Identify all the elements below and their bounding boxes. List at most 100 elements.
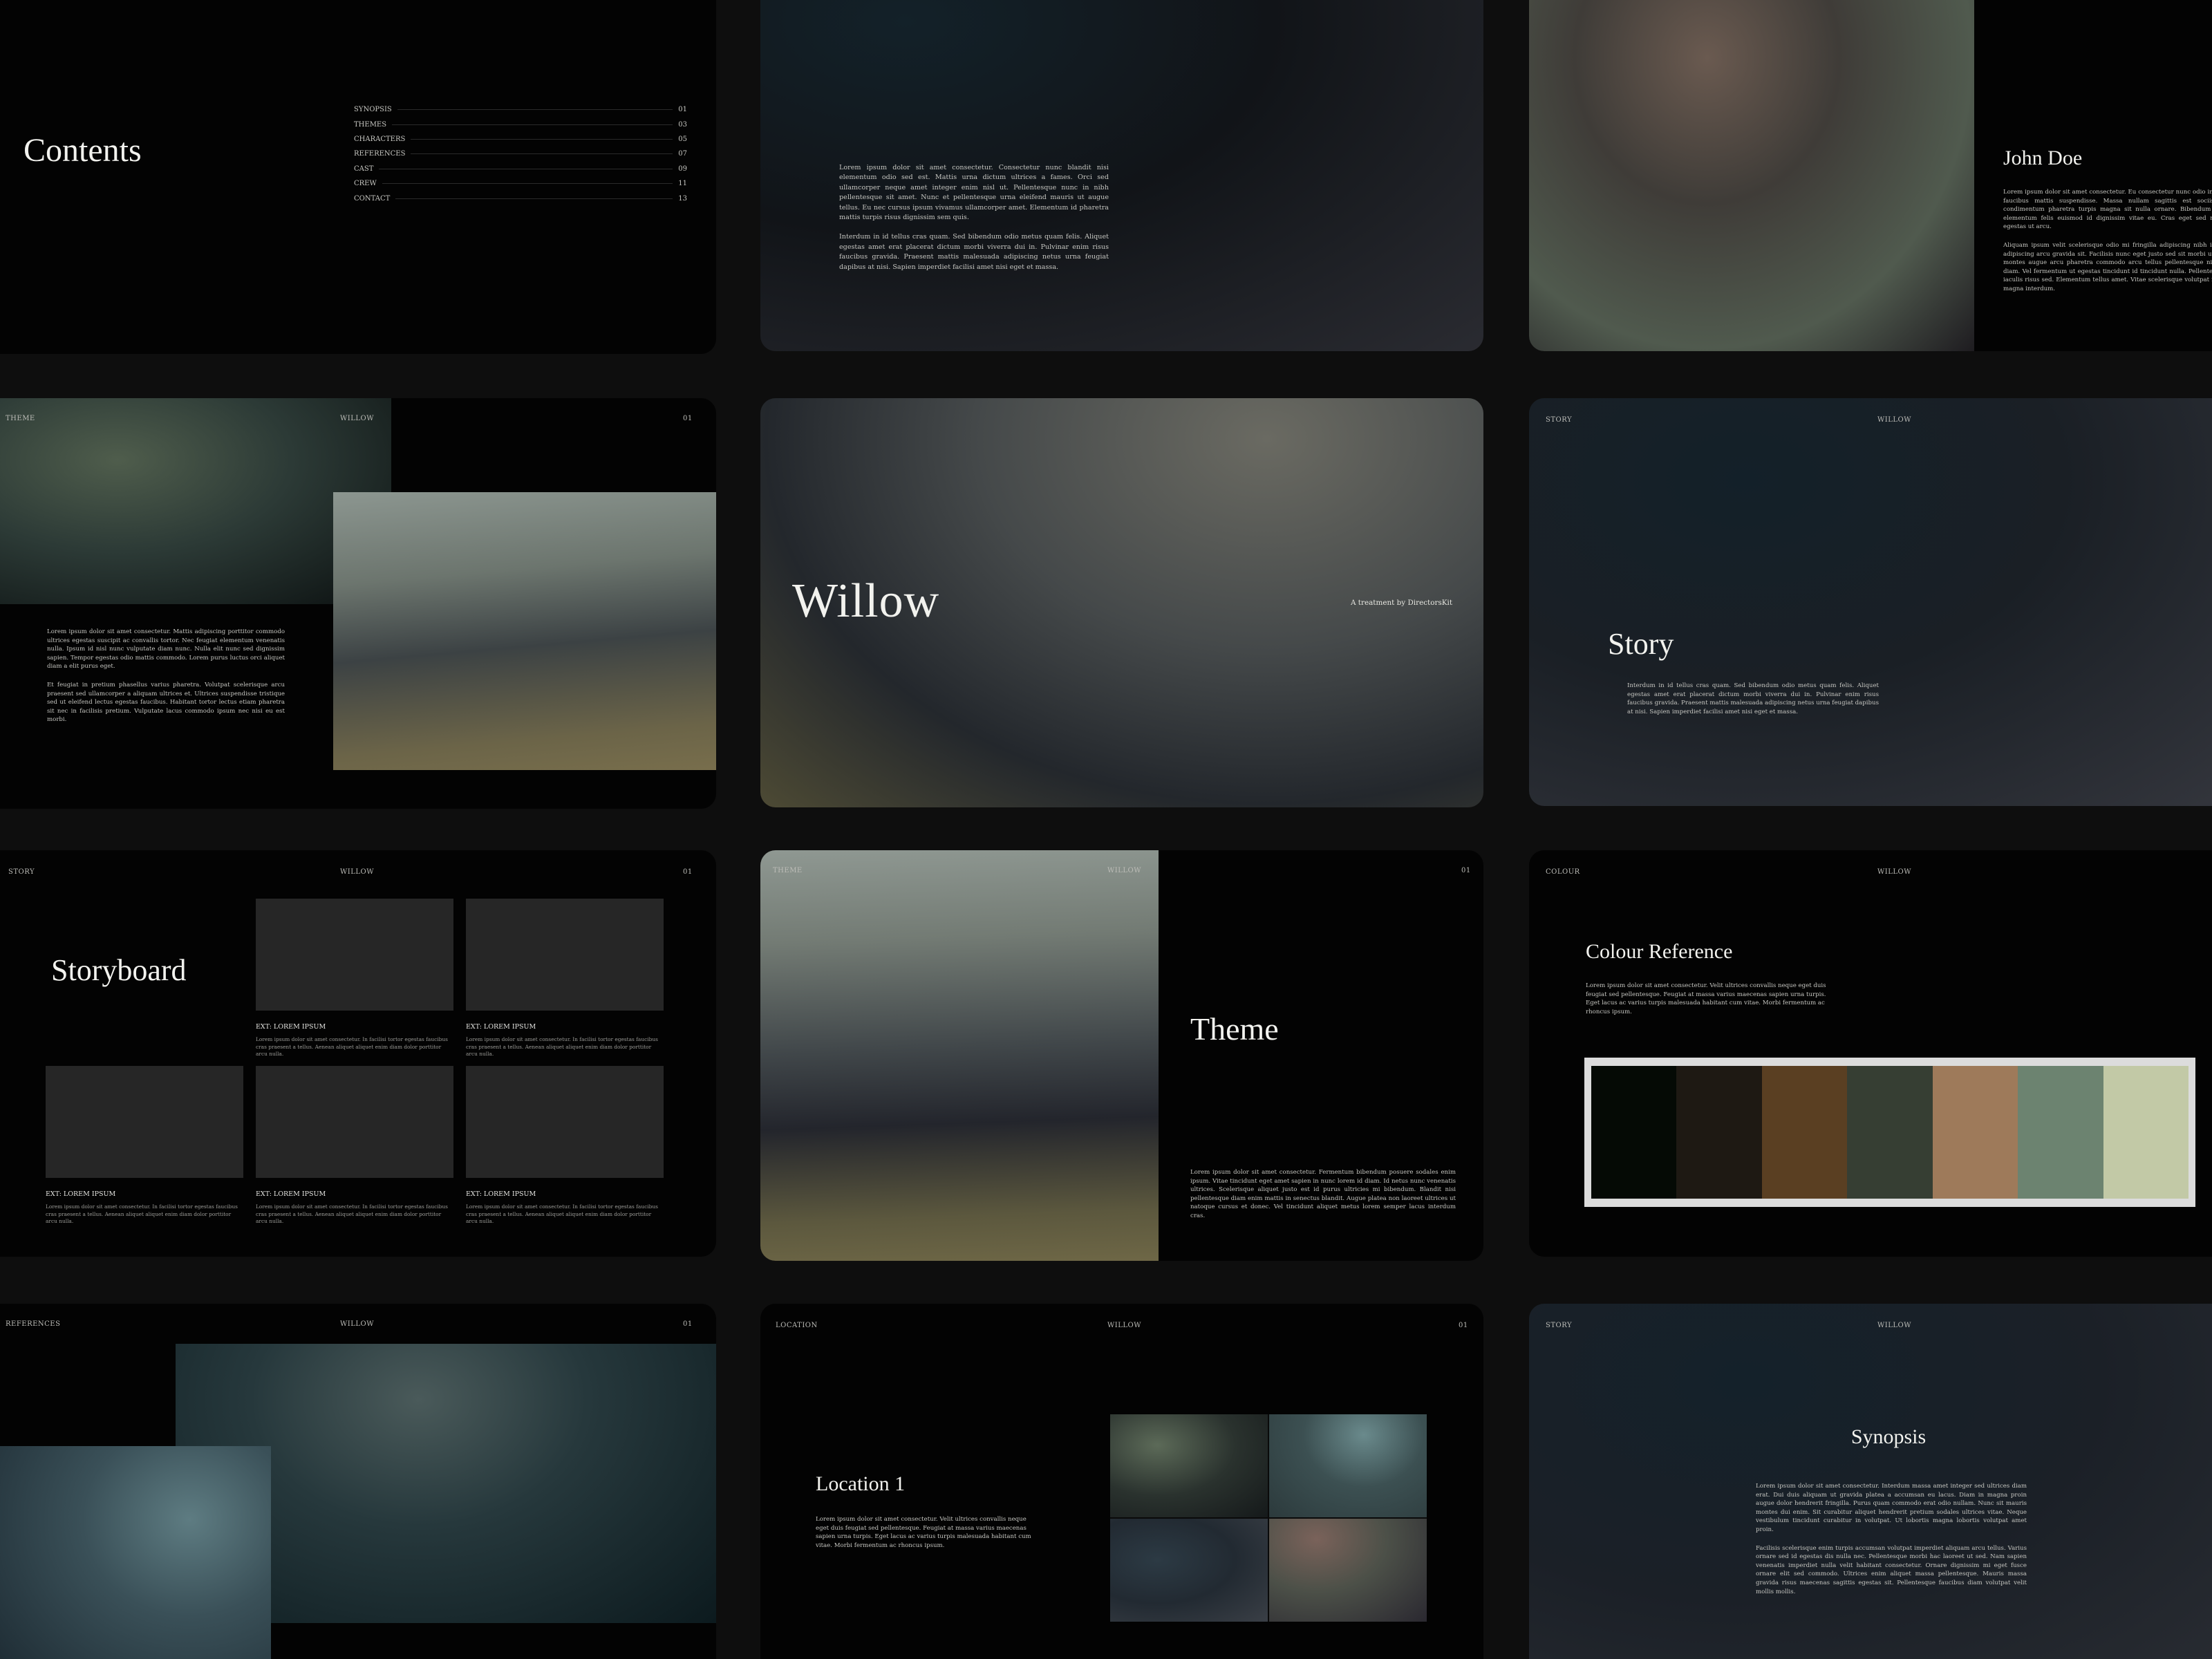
paragraph: Et feugiat in pretium phasellus varius p… — [47, 681, 285, 724]
text-block: Lorem ipsum dolor sit amet consectetur. … — [2003, 188, 2212, 294]
colour-swatch[interactable] — [2018, 1066, 2103, 1199]
paragraph: Aliquam ipsum velit scelerisque odio mi … — [2003, 241, 2212, 292]
frame-title: EXT: LOREM IPSUM — [46, 1190, 116, 1198]
theme-image-bottom — [333, 492, 716, 770]
slide-theme[interactable]: THEME WILLOW 01 Theme Lorem ipsum dolor … — [760, 850, 1483, 1261]
toc-page: 11 — [678, 180, 687, 188]
slide-contents[interactable]: Contents SYNOPSIS 01 THEMES 03 CHARACTERS 0… — [0, 0, 716, 354]
slide-storyboard[interactable]: STORY WILLOW 01 Storyboard EXT: LOREM IP… — [0, 850, 716, 1257]
frame-desc: Lorem ipsum dolor sit amet consectetur. … — [46, 1203, 238, 1224]
storyboard-frame[interactable] — [466, 1066, 664, 1178]
slide-label: THEME — [773, 867, 803, 874]
location-image-grid — [1110, 1414, 1427, 1622]
slide-brand: WILLOW — [340, 1320, 374, 1328]
slide-cover[interactable]: Willow A treatment by DirectorsKit — [760, 398, 1483, 807]
slide-brand: WILLOW — [1107, 867, 1141, 874]
toc-label: REFERENCES — [354, 150, 406, 158]
paragraph: Lorem ipsum dolor sit amet consectetur. … — [1190, 1169, 1456, 1219]
storyboard-frame[interactable] — [256, 899, 453, 1011]
paragraph: Lorem ipsum dolor sit amet consectetur. … — [1756, 1483, 2027, 1533]
toc-leader — [411, 138, 673, 140]
storyboard-frame[interactable] — [256, 1066, 453, 1178]
toc-page: 09 — [678, 165, 687, 173]
toc-label: CONTACT — [354, 194, 391, 203]
slide-brand: WILLOW — [1107, 1322, 1141, 1329]
toc-leader — [395, 198, 673, 199]
page-number: 01 — [683, 1320, 693, 1328]
slide-story[interactable]: STORY WILLOW Story Interdum in id tellus… — [1529, 398, 2212, 806]
slide-brand: WILLOW — [340, 868, 374, 876]
frame-desc: Lorem ipsum dolor sit amet consectetur. … — [466, 1203, 658, 1224]
colour-swatch[interactable] — [2103, 1066, 2188, 1199]
slide-title: Colour Reference — [1586, 940, 1733, 963]
text-block: Lorem ipsum dolor sit amet consectetur. … — [47, 628, 285, 724]
toc-label: CREW — [354, 180, 377, 188]
paragraph: Interdum in id tellus cras quam. Sed bib… — [839, 233, 1109, 271]
colour-swatch[interactable] — [1761, 1066, 1848, 1199]
toc-page: 07 — [678, 150, 687, 158]
toc-item[interactable]: REFERENCES 07 — [354, 147, 687, 161]
toc-leader — [397, 109, 673, 111]
storyboard-frame[interactable] — [466, 899, 664, 1011]
frame-desc: Lorem ipsum dolor sit amet consectetur. … — [256, 1036, 448, 1057]
slide-text[interactable]: Lorem ipsum dolor sit amet consectetur. … — [760, 0, 1483, 351]
toc-page: 13 — [678, 194, 687, 203]
slide-label: STORY — [1546, 416, 1573, 424]
location-image[interactable] — [1110, 1519, 1268, 1622]
frame-caption: EXT: LOREM IPSUM Lorem ipsum dolor sit a… — [256, 1023, 453, 1058]
toc-leader — [392, 124, 673, 125]
toc-item[interactable]: SYNOPSIS 01 — [354, 102, 687, 117]
colour-swatch[interactable] — [1847, 1066, 1933, 1199]
slide-label: REFERENCES — [6, 1320, 61, 1328]
slide-theme[interactable]: THEME WILLOW 01 Lorem ipsum dolor sit am… — [0, 398, 716, 809]
toc-page: 05 — [678, 135, 687, 143]
colour-swatch[interactable] — [1591, 1066, 1677, 1199]
page-number: 01 — [1459, 1322, 1468, 1329]
toc-item[interactable]: THEMES 03 — [354, 117, 687, 131]
slide-label: STORY — [8, 868, 35, 876]
slide-synopsis[interactable]: STORY WILLOW Synopsis Lorem ipsum dolor … — [1529, 1304, 2212, 1659]
toc-label: CHARACTERS — [354, 135, 406, 143]
slide-title: Contents — [24, 132, 142, 169]
frame-caption: EXT: LOREM IPSUM Lorem ipsum dolor sit a… — [466, 1190, 664, 1226]
colour-swatch[interactable] — [1676, 1066, 1762, 1199]
slide-colour[interactable]: COLOUR WILLOW Colour Reference Lorem ips… — [1529, 850, 2212, 1257]
frame-caption: EXT: LOREM IPSUM Lorem ipsum dolor sit a… — [466, 1023, 664, 1058]
storyboard-frame[interactable] — [46, 1066, 243, 1178]
slide-title: Storyboard — [51, 953, 187, 987]
colour-palette — [1584, 1058, 2195, 1207]
paragraph: Lorem ipsum dolor sit amet consectetur. … — [839, 164, 1109, 222]
toc-item[interactable]: CAST 09 — [354, 162, 687, 176]
toc-page: 01 — [678, 106, 687, 114]
toc-page: 03 — [678, 120, 687, 129]
character-image — [1529, 0, 1974, 351]
location-image[interactable] — [1110, 1414, 1268, 1517]
slide-character[interactable]: John Doe Lorem ipsum dolor sit amet cons… — [1529, 0, 2212, 351]
text-block: Lorem ipsum dolor sit amet consectetur. … — [1190, 1168, 1456, 1221]
text-block: Lorem ipsum dolor sit amet consectetur. … — [1756, 1482, 2027, 1596]
toc-item[interactable]: CREW 11 — [354, 176, 687, 191]
location-image[interactable] — [1269, 1519, 1427, 1622]
toc-item[interactable]: CHARACTERS 05 — [354, 132, 687, 147]
toc-item[interactable]: CONTACT 13 — [354, 191, 687, 205]
toc-leader — [411, 153, 673, 155]
page-number: 01 — [683, 868, 693, 876]
slide-label: LOCATION — [776, 1322, 818, 1329]
paragraph: Lorem ipsum dolor sit amet consectetur. … — [2003, 189, 2212, 231]
cover-tagline: A treatment by DirectorsKit — [1351, 599, 1453, 607]
frame-title: EXT: LOREM IPSUM — [466, 1190, 536, 1198]
paragraph: Lorem ipsum dolor sit amet consectetur. … — [47, 628, 285, 671]
colour-swatch[interactable] — [1932, 1066, 2018, 1199]
table-of-contents: SYNOPSIS 01 THEMES 03 CHARACTERS 05 REFEREN… — [354, 102, 687, 206]
slide-label: COLOUR — [1546, 868, 1580, 876]
slide-location[interactable]: LOCATION WILLOW 01 Location 1 Lorem ipsu… — [760, 1304, 1483, 1659]
slide-references[interactable]: REFERENCES WILLOW 01 — [0, 1304, 716, 1659]
slide-label: STORY — [1546, 1322, 1573, 1329]
character-name: John Doe — [2003, 147, 2083, 169]
frame-title: EXT: LOREM IPSUM — [256, 1190, 326, 1198]
frame-desc: Lorem ipsum dolor sit amet consectetur. … — [466, 1036, 658, 1057]
toc-label: CAST — [354, 165, 374, 173]
frame-caption: EXT: LOREM IPSUM Lorem ipsum dolor sit a… — [46, 1190, 243, 1226]
location-image[interactable] — [1269, 1414, 1427, 1517]
slide-brand: WILLOW — [1877, 1322, 1911, 1329]
